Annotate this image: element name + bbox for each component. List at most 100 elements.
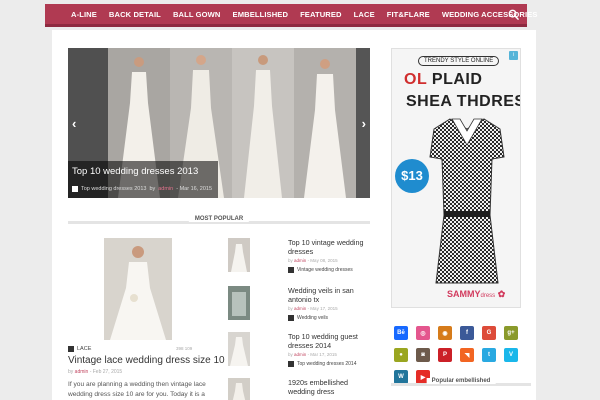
- post-author[interactable]: admin: [294, 306, 306, 311]
- dress-illustration: [232, 48, 294, 198]
- main-content: Top 10 wedding dresses 2013 Top wedding …: [52, 30, 536, 400]
- vimeo-icon[interactable]: V: [504, 348, 518, 362]
- by-label: by: [68, 369, 74, 375]
- tripadvisor-icon[interactable]: ●: [394, 348, 408, 362]
- top-navigation-bar: A-LINE BACK DETAIL BALL GOWN EMBELLISHED…: [45, 4, 537, 27]
- flower-icon: ✿: [497, 289, 506, 299]
- featured-post-stats: 398 109: [176, 346, 193, 351]
- post-author[interactable]: admin: [294, 352, 306, 357]
- post-title[interactable]: Top 10 vintage wedding dresses: [288, 238, 374, 256]
- most-popular-label: MOST POPULAR: [188, 216, 250, 222]
- post-category[interactable]: Vintage wedding dresses: [288, 267, 353, 273]
- popular-post-item: Wedding veils in san antonio tx by admin…: [228, 286, 370, 326]
- featured-post-title[interactable]: Vintage lace wedding dress size 10: [68, 355, 225, 366]
- post-thumbnail[interactable]: [228, 286, 250, 320]
- dress-illustration: [104, 238, 172, 340]
- post-thumbnail[interactable]: [228, 378, 250, 400]
- nav-item-ball-gown[interactable]: BALL GOWN: [167, 10, 227, 19]
- featured-post-category[interactable]: LACE: [68, 346, 91, 352]
- featured-post-excerpt: If you are planning a wedding then vinta…: [68, 381, 206, 398]
- popular-post-item: Top 10 vintage wedding dresses by admin …: [228, 238, 370, 278]
- popular-post-item: Top 10 wedding guest dresses 2014 by adm…: [228, 332, 370, 372]
- post-category-label[interactable]: Top wedding dresses 2014: [297, 361, 357, 367]
- popular-post-item: 1920s embellished wedding dress: [228, 378, 370, 400]
- twitter-icon[interactable]: t: [482, 348, 496, 362]
- pinterest-icon[interactable]: P: [438, 348, 452, 362]
- post-category[interactable]: Top wedding dresses 2014: [288, 361, 357, 367]
- post-title[interactable]: 1920s embellished wedding dress: [288, 378, 374, 396]
- slider-category[interactable]: Top wedding dresses 2013: [81, 186, 146, 192]
- slide-image-4: [232, 48, 294, 198]
- most-popular-heading: MOST POPULAR: [68, 216, 370, 226]
- google-icon[interactable]: G: [482, 326, 496, 340]
- featured-post-date: - Feb 27, 2015: [89, 369, 123, 375]
- by-label: by: [288, 258, 293, 263]
- featured-post-meta: by admin - Feb 27, 2015: [68, 369, 122, 375]
- post-thumbnail[interactable]: [228, 238, 250, 272]
- featured-category-label[interactable]: LACE: [77, 346, 91, 352]
- dress-advertisement[interactable]: i TRENDY STYLE ONLINE OL PLAID SHEA THDR…: [391, 48, 521, 308]
- ad-brand-logo: SAMMYdress ✿: [447, 289, 505, 300]
- veil-illustration: [228, 286, 250, 320]
- nav-item-a-line[interactable]: A-LINE: [65, 10, 103, 19]
- nav-item-lace[interactable]: LACE: [348, 10, 381, 19]
- dress-illustration: [228, 378, 250, 400]
- social-icons: Bē ◎ ◉ f G g+ ● ◙ P ◥ t V W ▶: [394, 326, 524, 384]
- ad-brand-name: SAMMY: [447, 289, 481, 299]
- ad-heading-ol: OL: [404, 71, 427, 88]
- facebook-icon[interactable]: f: [460, 326, 474, 340]
- rss-icon[interactable]: ◥: [460, 348, 474, 362]
- featured-post-author[interactable]: admin: [75, 369, 89, 375]
- post-category[interactable]: Wedding veils: [288, 315, 328, 321]
- plaid-dress-illustration: [429, 118, 505, 284]
- post-date: - Mar 17, 2015: [307, 352, 337, 357]
- post-title[interactable]: Top 10 wedding guest dresses 2014: [288, 332, 374, 350]
- nav-item-embellished[interactable]: EMBELLISHED: [227, 10, 295, 19]
- nav-item-featured[interactable]: FEATURED: [294, 10, 348, 19]
- google-plus-icon[interactable]: g+: [504, 326, 518, 340]
- slide-image-5: [294, 48, 356, 198]
- post-title[interactable]: Wedding veils in san antonio tx: [288, 286, 374, 304]
- ad-brand-suffix: dress: [480, 293, 496, 299]
- slider-prev-arrow-icon[interactable]: ‹: [72, 116, 76, 131]
- popular-embellished-label: Popular embellished: [426, 378, 496, 384]
- slider-next-arrow-icon[interactable]: ›: [362, 116, 366, 131]
- dress-illustration: [228, 238, 250, 272]
- etsy-icon[interactable]: ◉: [438, 326, 452, 340]
- featured-slider[interactable]: Top 10 wedding dresses 2013 Top wedding …: [68, 48, 370, 198]
- dress-illustration: [228, 332, 250, 366]
- slider-author[interactable]: admin: [158, 186, 173, 192]
- ad-heading-plaid: PLAID: [431, 71, 483, 88]
- post-category-label[interactable]: Vintage wedding dresses: [297, 267, 353, 273]
- nav-item-wedding-accessories[interactable]: WEDDING ACCESSORIES: [436, 10, 544, 19]
- by-label: by: [149, 186, 156, 192]
- slider-caption[interactable]: Top 10 wedding dresses 2013 Top wedding …: [68, 161, 218, 198]
- search-icon[interactable]: [508, 9, 519, 20]
- post-thumbnail[interactable]: [228, 332, 250, 366]
- nav-item-fit-flare[interactable]: FIT&FLARE: [381, 10, 436, 19]
- ad-info-icon[interactable]: i: [509, 51, 518, 60]
- post-date: - May 08, 2015: [307, 258, 338, 263]
- slider-meta: Top wedding dresses 2013 by admin - Mar …: [72, 186, 212, 192]
- post-category-label[interactable]: Wedding veils: [297, 315, 328, 321]
- category-square-icon: [288, 315, 294, 321]
- by-label: by: [288, 352, 293, 357]
- slider-title[interactable]: Top 10 wedding dresses 2013: [72, 166, 198, 177]
- dribbble-icon[interactable]: ◎: [416, 326, 430, 340]
- post-meta: by admin - Mar 17, 2015: [288, 352, 337, 357]
- by-label: by: [288, 306, 293, 311]
- instagram-icon[interactable]: ◙: [416, 348, 430, 362]
- post-meta: by admin - May 08, 2015: [288, 258, 338, 263]
- ad-tagline: TRENDY STYLE ONLINE: [418, 56, 500, 66]
- ad-heading-line2: SHEA THDRESS: [406, 93, 520, 110]
- behance-icon[interactable]: Bē: [394, 326, 408, 340]
- category-square-icon: [288, 361, 294, 367]
- nav-item-back-detail[interactable]: BACK DETAIL: [103, 10, 167, 19]
- slider-date: - Mar 16, 2015: [176, 186, 213, 192]
- post-date: - May 17, 2015: [307, 306, 338, 311]
- ad-price-badge: $13: [395, 159, 429, 193]
- dress-illustration: [294, 48, 356, 198]
- post-author[interactable]: admin: [294, 258, 306, 263]
- ad-heading-line1: OL PLAID: [404, 71, 482, 89]
- featured-post-image[interactable]: [104, 238, 172, 340]
